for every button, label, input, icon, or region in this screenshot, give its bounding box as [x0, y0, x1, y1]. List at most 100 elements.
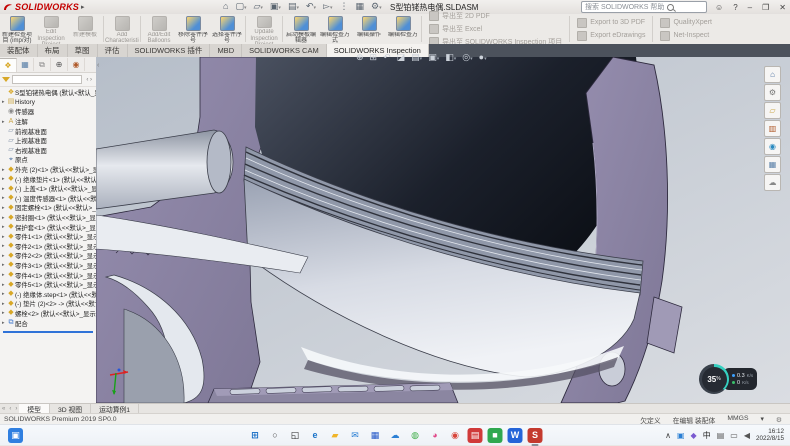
panel-tab[interactable]: ❖ — [0, 58, 17, 72]
tray-icon[interactable]: ▣ — [677, 431, 685, 440]
ribbon-tab[interactable]: SOLIDWORKS 插件 — [128, 44, 211, 57]
quick-toolbar-icon[interactable]: ↶▾ — [306, 1, 316, 13]
tree-item[interactable]: ▸ ◆ 零件4<1> (默认<<默认>_显示状态 — [0, 270, 96, 280]
quick-toolbar-icon[interactable]: ▦ — [355, 1, 364, 13]
tree-item[interactable]: ▸ ◆ 螺栓<2> (默认<<默认>_显示状态 — [0, 309, 96, 319]
tree-item[interactable]: ▸ ◆ (-) 绝缘垫片<1> (默认<<默认>_显 — [0, 174, 96, 184]
tree-item[interactable]: ▸ ◆ 零件1<1> (默认<<默认>_显示状态 — [0, 232, 96, 242]
taskbar-app-icon[interactable]: ▦ — [368, 428, 383, 443]
task-pane-tab[interactable]: ⚙ — [764, 84, 781, 101]
taskbar-app-icon[interactable]: ☁ — [388, 428, 403, 443]
tray-icon[interactable]: ◆ — [691, 431, 697, 440]
export-menu-item[interactable]: Net-Inspect — [660, 31, 712, 41]
tray-icon[interactable]: ◀ — [744, 431, 750, 440]
tree-item[interactable]: ▸ ◆ 零件5<1> (默认<<默认>_显示状态 — [0, 280, 96, 290]
widgets-icon[interactable]: ▣ — [8, 428, 23, 443]
panel-tab-nav[interactable]: ‹ › — [84, 77, 94, 83]
ribbon-tab[interactable]: 草图 — [68, 44, 98, 57]
tree-item[interactable]: ▸ ◆ 零件2<1> (默认<<默认>_显示状态 — [0, 242, 96, 252]
ribbon-button[interactable]: 编辑检查方式 — [318, 14, 352, 44]
help-search-input[interactable]: 搜索 SOLIDWORKS 帮助 — [581, 1, 707, 13]
ribbon-button[interactable]: 新建检查项目 (imp/对) — [0, 14, 34, 44]
tray-icon[interactable]: 中 — [703, 430, 711, 441]
ribbon-button[interactable]: Add Characteristic — [105, 14, 139, 44]
quick-toolbar-icon[interactable]: ▻▾ — [323, 1, 332, 13]
view-tool-icon[interactable]: ◎▾ — [462, 51, 472, 65]
cpu-usage-ring[interactable]: 35% — [699, 364, 729, 394]
quick-toolbar-icon[interactable]: ▢▾ — [235, 1, 246, 13]
view-tool-icon[interactable]: ⊕ — [356, 51, 364, 65]
tree-item[interactable]: ⌖ 原点 — [0, 155, 96, 165]
performance-overlay-widget[interactable]: 0.3K/s 0K/s 35% — [699, 364, 759, 394]
quick-toolbar-icon[interactable]: ▣▾ — [270, 1, 281, 13]
export-menu-item[interactable]: 导出至 2D PDF — [429, 11, 562, 21]
task-pane-tab[interactable]: ☁ — [764, 174, 781, 191]
taskbar-app-icon[interactable]: ✉ — [348, 428, 363, 443]
ribbon-tab[interactable]: MBD — [210, 44, 242, 57]
taskbar-app-icon[interactable]: S — [528, 428, 543, 443]
view-tool-icon[interactable]: ⊞ — [370, 51, 378, 65]
help-button[interactable]: ? — [731, 3, 739, 12]
tree-item[interactable]: ▸ ◆ 零件2<2> (默认<<默认>_显示状态 — [0, 251, 96, 261]
panel-tab[interactable]: ◉ — [68, 58, 85, 71]
taskbar-app-icon[interactable]: ◱ — [288, 428, 303, 443]
view-tool-icon[interactable]: ↶ — [383, 51, 391, 65]
tree-item[interactable]: ▸ A 注解 — [0, 117, 96, 127]
task-pane-tab[interactable]: ▱ — [764, 102, 781, 119]
taskbar-app-icon[interactable]: ◕ — [428, 428, 443, 443]
panel-tab[interactable]: ⊕ — [51, 58, 68, 71]
export-menu-item[interactable]: 导出至 Excel — [429, 24, 562, 34]
tree-item[interactable]: ▸ ◆ 固定螺栓<1> (默认<<默认>_显示状 — [0, 203, 96, 213]
view-tool-icon[interactable]: ▤▾ — [411, 51, 422, 65]
ribbon-button[interactable]: Add/Edit Balloons — [142, 14, 176, 44]
quick-toolbar-icon[interactable]: ▤▾ — [288, 1, 299, 13]
tree-item[interactable]: ▸ ▤ History — [0, 98, 96, 108]
tree-item[interactable]: ▱ 上视基准面 — [0, 136, 96, 146]
ribbon-button[interactable]: 启动模板编辑器 — [284, 14, 318, 44]
tray-icon[interactable]: ∧ — [665, 431, 671, 440]
tree-item[interactable]: ▸ ◆ 外壳 (2)<1> (默认<<默认>_显示状 — [0, 165, 96, 175]
taskbar-app-icon[interactable]: ◍ — [408, 428, 423, 443]
taskbar-app-icon[interactable]: ■ — [488, 428, 503, 443]
export-menu-item[interactable]: Export to 3D PDF — [577, 18, 645, 28]
ribbon-button[interactable]: 移除零件序号 — [176, 14, 210, 44]
view-tool-icon[interactable]: ◪ — [397, 51, 406, 65]
ribbon-button[interactable]: Edit Inspection Project — [34, 14, 68, 44]
view-tool-icon[interactable]: ▣▾ — [428, 51, 439, 65]
ribbon-button[interactable]: 选择零件序号 — [210, 14, 244, 44]
ribbon-tab[interactable]: 布局 — [38, 44, 68, 57]
task-pane-tab[interactable]: ⌂ — [764, 66, 781, 83]
export-menu-item[interactable]: Export eDrawings — [577, 31, 645, 41]
taskbar-app-icon[interactable]: ◉ — [448, 428, 463, 443]
quick-toolbar-icon[interactable]: ▱▾ — [253, 1, 262, 13]
tree-filter-input[interactable] — [12, 75, 82, 84]
tray-icon[interactable]: ▤ — [717, 431, 725, 440]
user-account-icon[interactable]: ☺ — [713, 3, 725, 12]
taskbar-app-icon[interactable]: ○ — [268, 428, 283, 443]
close-button[interactable]: ✕ — [777, 3, 788, 12]
panel-collapse-chevron[interactable]: ‹ — [97, 62, 99, 69]
task-pane-tab[interactable]: ◉ — [764, 138, 781, 155]
view-tool-icon[interactable]: ◧▾ — [445, 51, 456, 65]
ribbon-button[interactable]: Update Inspection Project — [247, 14, 281, 44]
tree-item[interactable]: ▸ ◆ 零件3<1> (默认<<默认>_显示状态 — [0, 261, 96, 271]
tray-icon[interactable]: ▭ — [730, 431, 738, 440]
panel-tab[interactable]: ▦ — [17, 58, 34, 71]
tree-item[interactable]: ▸ ◆ 密封圈<1> (默认<<默认>_显示状 — [0, 213, 96, 223]
tree-item[interactable]: ▱ 右视基准面 — [0, 146, 96, 156]
ribbon-button[interactable]: 编辑操作 — [352, 14, 386, 44]
tree-item[interactable]: ▸ ◆ 保护套<1> (默认<<默认>_显示状 — [0, 222, 96, 232]
export-menu-item[interactable]: QualityXpert — [660, 18, 712, 28]
taskbar-app-icon[interactable]: ▰ — [328, 428, 343, 443]
ribbon-button[interactable]: 新建模板 — [68, 14, 102, 44]
task-pane-tab[interactable]: ▥ — [764, 120, 781, 137]
taskbar-app-icon[interactable]: W — [508, 428, 523, 443]
restore-button[interactable]: ❐ — [760, 3, 771, 12]
panel-tab[interactable]: ⧉ — [34, 58, 51, 71]
taskbar-app-icon[interactable]: ▤ — [468, 428, 483, 443]
ribbon-tab[interactable]: 装配体 — [0, 44, 38, 57]
view-tool-icon[interactable]: ●▾ — [479, 51, 487, 65]
taskbar-clock[interactable]: 16:12 2022/8/15 — [756, 428, 784, 442]
tree-item[interactable]: ▸ ◆ (-) 温度传感器<1> (默认<<默认>_ — [0, 194, 96, 204]
toolbar-flyout-arrow[interactable]: ▸ — [81, 3, 85, 11]
